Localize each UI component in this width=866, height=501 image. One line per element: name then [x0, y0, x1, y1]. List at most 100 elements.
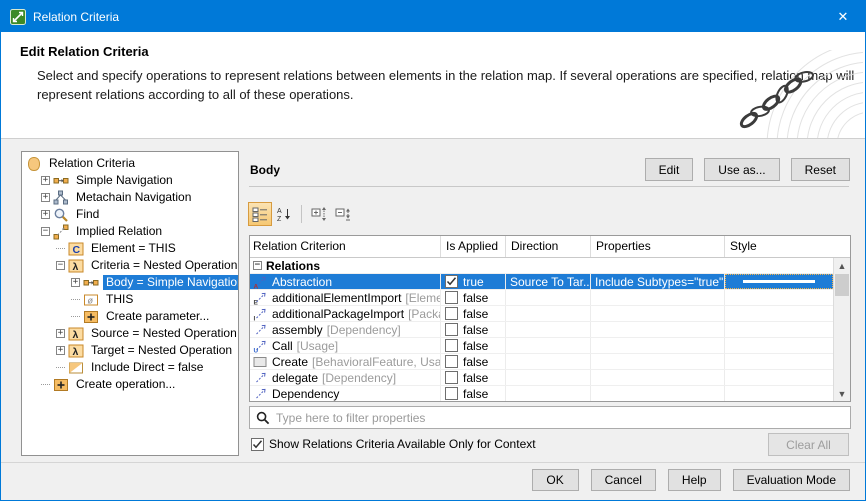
is-applied-checkbox[interactable]	[445, 323, 458, 336]
table-scrollbar[interactable]: ▲ ▼	[833, 258, 850, 401]
title-bar[interactable]: Relation Criteria ✕	[1, 1, 865, 32]
tree-item-relation-criteria[interactable]: Relation Criteria	[22, 155, 238, 172]
column-properties[interactable]: Properties	[591, 236, 725, 257]
style-cell[interactable]	[725, 274, 833, 289]
direction-cell[interactable]	[506, 306, 591, 321]
style-cell[interactable]	[725, 306, 833, 321]
use-as-button[interactable]: Use as...	[704, 158, 779, 181]
is-applied-cell[interactable]: false	[441, 290, 506, 305]
reset-button[interactable]: Reset	[791, 158, 850, 181]
tree-item-simple-navigation[interactable]: +Simple Navigation	[22, 172, 238, 189]
cancel-button[interactable]: Cancel	[591, 469, 656, 491]
help-button[interactable]: Help	[668, 469, 721, 491]
direction-cell[interactable]: Source To Tar...	[506, 274, 591, 289]
tree-item-body-simple-navigation[interactable]: +Body = Simple Navigation	[22, 274, 238, 291]
style-cell[interactable]	[725, 322, 833, 337]
clear-all-button[interactable]: Clear All	[768, 433, 849, 456]
is-applied-cell[interactable]: true	[441, 274, 506, 289]
simple-navigation-icon	[83, 275, 99, 291]
categorized-view-icon[interactable]	[248, 202, 272, 226]
tree-item-include-direct-false[interactable]: Include Direct = false	[22, 359, 238, 376]
expand-icon[interactable]: +	[71, 278, 80, 287]
column-direction[interactable]: Direction	[506, 236, 591, 257]
is-applied-checkbox[interactable]	[445, 307, 458, 320]
close-icon[interactable]: ✕	[821, 1, 865, 32]
table-row-additionalpackageimport[interactable]: IadditionalPackageImport[PackageI...fals…	[250, 306, 833, 322]
table-row-abstraction[interactable]: AAbstractiontrueSource To Tar...Include …	[250, 274, 833, 290]
tree-item-create-parameter[interactable]: Create parameter...	[22, 308, 238, 325]
is-applied-checkbox[interactable]	[445, 291, 458, 304]
style-cell[interactable]	[725, 354, 833, 369]
direction-cell[interactable]	[506, 338, 591, 353]
collapse-icon[interactable]: −	[56, 261, 65, 270]
column-is-applied[interactable]: Is Applied	[441, 236, 506, 257]
style-cell[interactable]	[725, 290, 833, 305]
properties-cell[interactable]	[591, 386, 725, 401]
properties-cell[interactable]	[591, 354, 725, 369]
direction-cell[interactable]	[506, 386, 591, 401]
collapse-all-icon[interactable]	[331, 202, 355, 226]
evaluation-mode-button[interactable]: Evaluation Mode	[733, 469, 850, 491]
expand-icon[interactable]: +	[41, 210, 50, 219]
is-applied-checkbox[interactable]	[445, 371, 458, 384]
style-cell[interactable]	[725, 370, 833, 385]
is-applied-cell[interactable]: false	[441, 322, 506, 337]
is-applied-checkbox[interactable]	[445, 275, 458, 288]
is-applied-cell[interactable]: false	[441, 354, 506, 369]
tree-item-criteria-nested-operation[interactable]: −λCriteria = Nested Operation	[22, 257, 238, 274]
properties-cell[interactable]: Include Subtypes="true"	[591, 274, 725, 289]
direction-cell[interactable]	[506, 290, 591, 305]
properties-cell[interactable]	[591, 370, 725, 385]
tree-item-create-operation[interactable]: Create operation...	[22, 376, 238, 393]
table-row-additionalelementimport[interactable]: EadditionalElementImport[ElementI...fals…	[250, 290, 833, 306]
edit-button[interactable]: Edit	[645, 158, 694, 181]
relations-group-row[interactable]: −Relations	[250, 258, 833, 274]
expand-icon[interactable]: +	[56, 346, 65, 355]
column-style[interactable]: Style	[725, 236, 850, 257]
is-applied-cell[interactable]: false	[441, 386, 506, 401]
properties-cell[interactable]	[591, 338, 725, 353]
direction-cell[interactable]	[506, 370, 591, 385]
show-relations-checkbox-row[interactable]: Show Relations Criteria Available Only f…	[251, 437, 536, 451]
is-applied-cell[interactable]: false	[441, 306, 506, 321]
expand-all-icon[interactable]	[307, 202, 331, 226]
tree-item-implied-relation[interactable]: −Implied Relation	[22, 223, 238, 240]
scrollbar-thumb[interactable]	[835, 274, 849, 296]
properties-cell[interactable]	[591, 306, 725, 321]
table-row-dependency[interactable]: Dependencyfalse	[250, 386, 833, 402]
filter-field[interactable]: Type here to filter properties	[249, 406, 851, 429]
create-relation-icon	[253, 355, 268, 369]
column-relation-criterion[interactable]: Relation Criterion	[250, 236, 441, 257]
tree-item-element-this[interactable]: CElement = THIS	[22, 240, 238, 257]
table-row-assembly[interactable]: assembly[Dependency]false	[250, 322, 833, 338]
ok-button[interactable]: OK	[532, 469, 579, 491]
tree-item-find[interactable]: +Find	[22, 206, 238, 223]
is-applied-cell[interactable]: false	[441, 370, 506, 385]
tree-item-target-nested-operation[interactable]: +λTarget = Nested Operation	[22, 342, 238, 359]
direction-cell[interactable]	[506, 354, 591, 369]
tree-item-source-nested-operation[interactable]: +λSource = Nested Operation	[22, 325, 238, 342]
style-cell[interactable]	[725, 338, 833, 353]
table-row-delegate[interactable]: delegate[Dependency]false	[250, 370, 833, 386]
is-applied-checkbox[interactable]	[445, 387, 458, 400]
tree-item-this[interactable]: øTHIS	[22, 291, 238, 308]
scroll-up-icon[interactable]: ▲	[834, 258, 850, 273]
collapse-icon[interactable]: −	[41, 227, 50, 236]
expand-icon[interactable]: +	[41, 193, 50, 202]
sort-alphabetically-icon[interactable]: AZ	[272, 202, 296, 226]
show-relations-checkbox[interactable]	[251, 438, 264, 451]
style-cell[interactable]	[725, 386, 833, 401]
is-applied-checkbox[interactable]	[445, 355, 458, 368]
is-applied-checkbox[interactable]	[445, 339, 458, 352]
scroll-down-icon[interactable]: ▼	[834, 386, 850, 401]
properties-cell[interactable]	[591, 322, 725, 337]
tree-item-metachain-navigation[interactable]: +Metachain Navigation	[22, 189, 238, 206]
table-row-create[interactable]: Create[BehavioralFeature, Usage]false	[250, 354, 833, 370]
direction-cell[interactable]	[506, 322, 591, 337]
properties-cell[interactable]	[591, 290, 725, 305]
is-applied-cell[interactable]: false	[441, 338, 506, 353]
table-row-call[interactable]: UCall[Usage]false	[250, 338, 833, 354]
collapse-icon[interactable]: −	[253, 261, 262, 270]
expand-icon[interactable]: +	[56, 329, 65, 338]
expand-icon[interactable]: +	[41, 176, 50, 185]
